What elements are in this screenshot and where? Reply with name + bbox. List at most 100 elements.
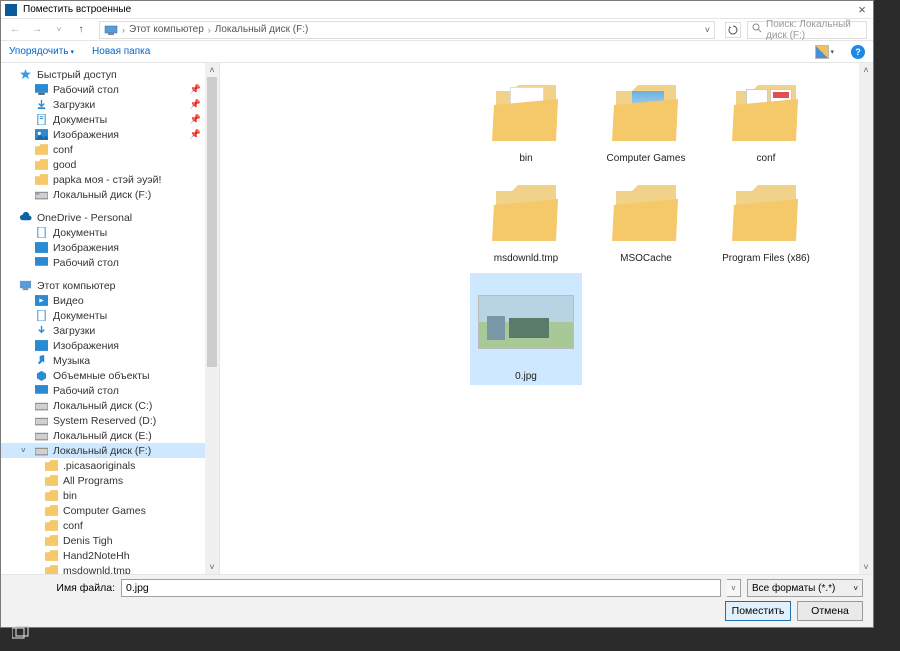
tree-item[interactable]: Музыка bbox=[1, 353, 205, 368]
folder-icon bbox=[45, 505, 58, 516]
pin-icon: 📌 bbox=[190, 129, 201, 140]
tree-item[interactable]: Документы📌 bbox=[1, 112, 205, 127]
folder-icon bbox=[45, 475, 58, 486]
help-button[interactable]: ? bbox=[851, 45, 865, 59]
documents-icon bbox=[35, 310, 48, 321]
ok-button[interactable]: Поместить bbox=[725, 601, 791, 621]
close-button[interactable]: × bbox=[855, 3, 869, 16]
folder-item[interactable]: Computer Games bbox=[590, 73, 702, 165]
scroll-down-icon[interactable]: ˅ bbox=[859, 560, 873, 574]
image-thumbnail bbox=[478, 295, 574, 349]
drive-icon bbox=[35, 430, 48, 441]
scroll-up-icon[interactable]: ˄ bbox=[859, 63, 873, 77]
view-icons-icon bbox=[815, 45, 829, 59]
folder-item[interactable]: msdownld.tmp bbox=[470, 173, 582, 265]
tree-item[interactable]: Рабочий стол bbox=[1, 383, 205, 398]
folder-icon bbox=[45, 565, 58, 574]
pin-icon: 📌 bbox=[190, 84, 201, 95]
tree-scrollbar[interactable]: ˄ ˅ bbox=[205, 63, 219, 574]
refresh-button[interactable] bbox=[725, 22, 741, 38]
tree-item[interactable]: System Reserved (D:) bbox=[1, 413, 205, 428]
tree-item[interactable]: Рабочий стол bbox=[1, 255, 205, 270]
tree-item[interactable]: conf bbox=[1, 518, 205, 533]
tree-item[interactable]: conf bbox=[1, 142, 205, 157]
nav-tree[interactable]: Быстрый доступ Рабочий стол📌 Загрузки📌 Д… bbox=[1, 63, 205, 574]
folder-item[interactable]: bin bbox=[470, 73, 582, 165]
tree-item[interactable]: Загрузки📌 bbox=[1, 97, 205, 112]
tree-item[interactable]: Изображения bbox=[1, 338, 205, 353]
tree-item[interactable]: Hand2NoteHh bbox=[1, 548, 205, 563]
pc-icon bbox=[19, 280, 32, 291]
cancel-button[interactable]: Отмена bbox=[797, 601, 863, 621]
breadcrumb-drive[interactable]: Локальный диск (F:) bbox=[215, 24, 309, 35]
tree-item-selected[interactable]: ˅Локальный диск (F:) bbox=[1, 443, 205, 458]
navbar: ← → ˅ ↑ › Этот компьютер › Локальный дис… bbox=[1, 19, 873, 41]
folder-item[interactable]: Program Files (x86) bbox=[710, 173, 822, 265]
breadcrumb[interactable]: › Этот компьютер › Локальный диск (F:) ˅ bbox=[99, 21, 715, 39]
recent-dropdown[interactable]: ˅ bbox=[51, 22, 67, 38]
scroll-down-icon[interactable]: ˅ bbox=[205, 560, 219, 574]
organize-menu[interactable]: Упорядочить ▾ bbox=[9, 46, 74, 57]
tree-item[interactable]: Изображения📌 bbox=[1, 127, 205, 142]
tree-item[interactable]: Локальный диск (F:) bbox=[1, 187, 205, 202]
tree-item[interactable]: Изображения bbox=[1, 240, 205, 255]
filename-input[interactable] bbox=[121, 579, 721, 597]
tree-item[interactable]: Рабочий стол📌 bbox=[1, 82, 205, 97]
tree-quick-access[interactable]: Быстрый доступ bbox=[1, 67, 205, 82]
tree-item[interactable]: Computer Games bbox=[1, 503, 205, 518]
tree-item[interactable]: Локальный диск (E:) bbox=[1, 428, 205, 443]
tree-item[interactable]: .picasaoriginals bbox=[1, 458, 205, 473]
content-pane: bin Computer Games bbox=[219, 63, 873, 574]
file-open-dialog: Поместить встроенные × ← → ˅ ↑ › Этот ко… bbox=[0, 0, 874, 628]
app-icon bbox=[5, 4, 17, 16]
drive-icon bbox=[35, 189, 48, 200]
tree-item[interactable]: All Programs bbox=[1, 473, 205, 488]
tree-item[interactable]: papka моя - стэй эуэй! bbox=[1, 172, 205, 187]
up-button[interactable]: ↑ bbox=[73, 22, 89, 38]
filename-history-dropdown[interactable]: ˅ bbox=[727, 579, 741, 597]
breadcrumb-dropdown[interactable]: ˅ bbox=[705, 25, 710, 35]
forward-button[interactable]: → bbox=[29, 22, 45, 38]
new-folder-button[interactable]: Новая папка bbox=[92, 46, 150, 57]
tree-onedrive[interactable]: OneDrive - Personal bbox=[1, 210, 205, 225]
breadcrumb-pc[interactable]: Этот компьютер bbox=[129, 24, 204, 35]
expand-icon[interactable]: ˅ bbox=[21, 446, 26, 455]
tree-item[interactable]: Документы bbox=[1, 308, 205, 323]
scroll-thumb[interactable] bbox=[207, 77, 217, 367]
content-scrollbar[interactable]: ˄ ˅ bbox=[859, 63, 873, 574]
documents-icon bbox=[35, 114, 48, 125]
desktop-icon bbox=[35, 84, 48, 95]
tree-item[interactable]: Документы bbox=[1, 225, 205, 240]
desktop-icon bbox=[35, 257, 48, 268]
pictures-icon bbox=[35, 129, 48, 140]
back-button[interactable]: ← bbox=[7, 22, 23, 38]
tree-item[interactable]: Denis Tigh bbox=[1, 533, 205, 548]
file-item-selected[interactable]: 0.jpg bbox=[470, 273, 582, 385]
filename-label: Имя файла: bbox=[11, 582, 115, 594]
search-input[interactable]: Поиск: Локальный диск (F:) bbox=[747, 21, 867, 39]
filetype-filter[interactable]: Все форматы (*.*) ˅ bbox=[747, 579, 863, 597]
window-title: Поместить встроенные bbox=[23, 4, 855, 15]
drive-icon bbox=[35, 445, 48, 456]
bottom-panel: Имя файла: ˅ Все форматы (*.*) ˅ Помести… bbox=[1, 574, 873, 627]
toolbar: Упорядочить ▾ Новая папка ▾ ? bbox=[1, 41, 873, 63]
tree-thispc[interactable]: Этот компьютер bbox=[1, 278, 205, 293]
file-grid[interactable]: bin Computer Games bbox=[220, 63, 859, 574]
taskbar-taskview-icon[interactable] bbox=[12, 626, 30, 645]
view-switcher[interactable]: ▾ bbox=[814, 45, 835, 59]
tree-item[interactable]: bin bbox=[1, 488, 205, 503]
tree-item[interactable]: good bbox=[1, 157, 205, 172]
tree-item[interactable]: Видео bbox=[1, 293, 205, 308]
tree-item[interactable]: msdownld.tmp bbox=[1, 563, 205, 574]
scroll-up-icon[interactable]: ˄ bbox=[205, 63, 219, 77]
tree-item[interactable]: Локальный диск (C:) bbox=[1, 398, 205, 413]
folder-item[interactable]: MSOCache bbox=[590, 173, 702, 265]
search-icon bbox=[752, 23, 762, 36]
downloads-icon bbox=[35, 325, 48, 336]
tree-item[interactable]: Загрузки bbox=[1, 323, 205, 338]
tree-item[interactable]: Объемные объекты bbox=[1, 368, 205, 383]
search-placeholder: Поиск: Локальный диск (F:) bbox=[766, 19, 862, 41]
nav-tree-pane: Быстрый доступ Рабочий стол📌 Загрузки📌 Д… bbox=[1, 63, 219, 574]
folder-item[interactable]: conf bbox=[710, 73, 822, 165]
downloads-icon bbox=[35, 99, 48, 110]
